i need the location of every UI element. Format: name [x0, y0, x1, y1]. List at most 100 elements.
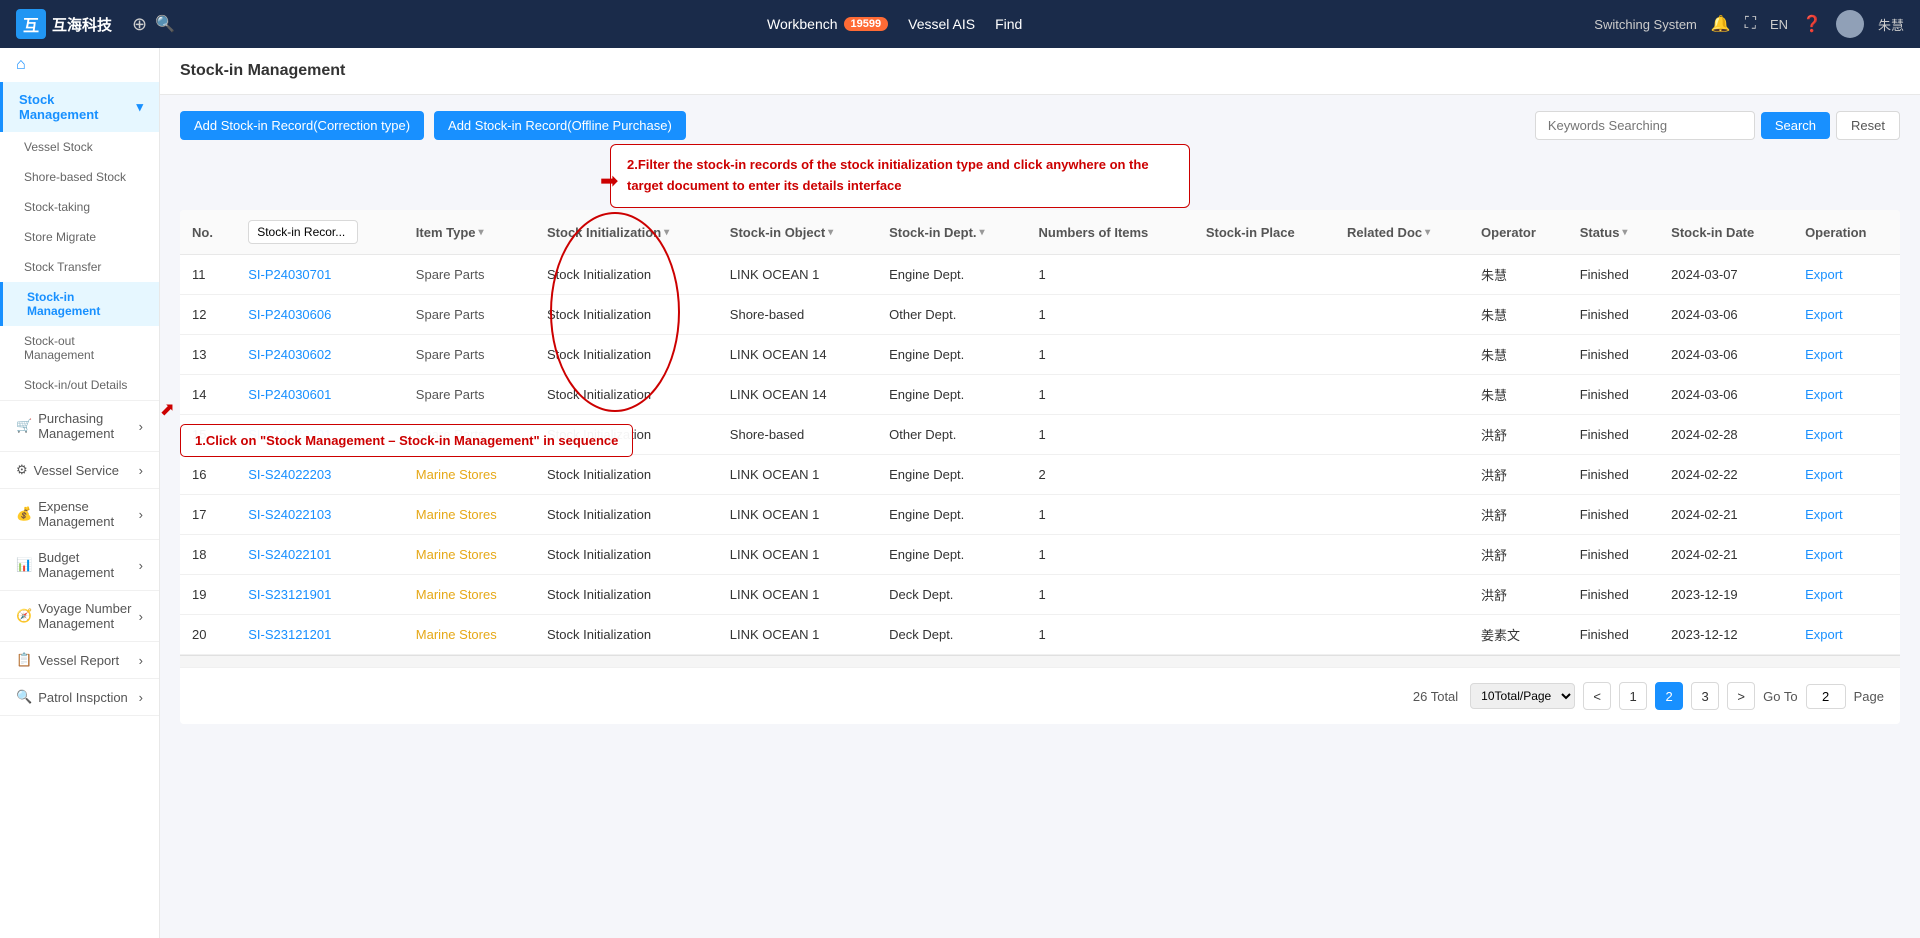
cell-record: SI-P24030601 — [236, 375, 404, 415]
cell-operation[interactable]: Export — [1793, 335, 1900, 375]
lang-selector[interactable]: EN — [1770, 17, 1788, 32]
page-btn-1[interactable]: 1 — [1619, 682, 1647, 710]
next-page-btn[interactable]: > — [1727, 682, 1755, 710]
export-link[interactable]: Export — [1805, 627, 1843, 642]
sidebar-budget-management[interactable]: 📊 Budget Management › — [0, 540, 159, 590]
sidebar: ⌂ Stock Management ▾ Vessel Stock Shore-… — [0, 48, 160, 938]
horizontal-scrollbar[interactable] — [180, 655, 1900, 667]
sidebar-patrol-inspection[interactable]: 🔍 Patrol Inspction › — [0, 679, 159, 715]
sidebar-vessel-report[interactable]: 📋 Vessel Report › — [0, 642, 159, 678]
col-dept[interactable]: Stock-in Dept. — [877, 210, 1026, 255]
table-row[interactable]: 15 SI-P24022801 Spare Parts Stock Initia… — [180, 415, 1900, 455]
nav-search-icon[interactable]: 🔍 — [155, 14, 175, 34]
cell-operation[interactable]: Export — [1793, 415, 1900, 455]
search-button[interactable]: Search — [1761, 112, 1830, 139]
col-stock-init[interactable]: Stock Initialization — [535, 210, 718, 255]
col-item-type[interactable]: Item Type — [404, 210, 535, 255]
table-row[interactable]: 14 SI-P24030601 Spare Parts Stock Initia… — [180, 375, 1900, 415]
nav-add-icon[interactable]: ⊕ — [132, 14, 147, 35]
sidebar-item-stock-inout-details[interactable]: Stock-in/out Details — [0, 370, 159, 400]
dept-header[interactable]: Stock-in Dept. — [889, 225, 984, 240]
stock-object-header[interactable]: Stock-in Object — [730, 225, 833, 240]
nav-workbench[interactable]: Workbench 19599 — [767, 16, 888, 32]
sidebar-vessel-service[interactable]: ⚙ Vessel Service › — [0, 452, 159, 488]
table-row[interactable]: 20 SI-S23121201 Marine Stores Stock Init… — [180, 615, 1900, 655]
stock-init-header[interactable]: Stock Initialization — [547, 225, 669, 240]
col-related-doc[interactable]: Related Doc — [1335, 210, 1469, 255]
export-link[interactable]: Export — [1805, 467, 1843, 482]
table-row[interactable]: 11 SI-P24030701 Spare Parts Stock Initia… — [180, 255, 1900, 295]
sidebar-item-stock-taking[interactable]: Stock-taking — [0, 192, 159, 222]
table-row[interactable]: 13 SI-P24030602 Spare Parts Stock Initia… — [180, 335, 1900, 375]
sidebar-item-stock-in-management[interactable]: Stock-in Management — [0, 282, 159, 326]
cell-stock-object: LINK OCEAN 1 — [718, 495, 877, 535]
export-link[interactable]: Export — [1805, 507, 1843, 522]
table-row[interactable]: 19 SI-S23121901 Marine Stores Stock Init… — [180, 575, 1900, 615]
table-row[interactable]: 18 SI-S24022101 Marine Stores Stock Init… — [180, 535, 1900, 575]
col-stock-object[interactable]: Stock-in Object — [718, 210, 877, 255]
export-link[interactable]: Export — [1805, 267, 1843, 282]
sidebar-stock-management[interactable]: Stock Management ▾ — [0, 82, 159, 132]
table-row[interactable]: 17 SI-S24022103 Marine Stores Stock Init… — [180, 495, 1900, 535]
cell-dept: Engine Dept. — [877, 335, 1026, 375]
cell-stock-init: Stock Initialization — [535, 455, 718, 495]
sidebar-purchasing-management[interactable]: 🛒 Purchasing Management › — [0, 401, 159, 451]
table-row[interactable]: 12 SI-P24030606 Spare Parts Stock Initia… — [180, 295, 1900, 335]
col-num-items: Numbers of Items — [1026, 210, 1193, 255]
switching-system[interactable]: Switching System — [1594, 17, 1697, 32]
search-input[interactable] — [1535, 111, 1755, 140]
export-link[interactable]: Export — [1805, 347, 1843, 362]
cell-operation[interactable]: Export — [1793, 295, 1900, 335]
cell-operation[interactable]: Export — [1793, 255, 1900, 295]
help-icon[interactable]: ❓ — [1802, 14, 1822, 34]
notification-icon[interactable]: 🔔 — [1711, 14, 1731, 34]
sidebar-voyage-number[interactable]: 🧭 Voyage Number Management › — [0, 591, 159, 641]
cell-status: Finished — [1568, 415, 1659, 455]
page-title: Stock-in Management — [180, 62, 1900, 80]
export-link[interactable]: Export — [1805, 387, 1843, 402]
cell-no: 15 — [180, 415, 236, 455]
sidebar-item-vessel-stock[interactable]: Vessel Stock — [0, 132, 159, 162]
budget-management-section: 📊 Budget Management › — [0, 540, 159, 591]
sidebar-item-store-migrate[interactable]: Store Migrate — [0, 222, 159, 252]
cell-stock-init: Stock Initialization — [535, 615, 718, 655]
cell-num-items: 1 — [1026, 335, 1193, 375]
nav-find[interactable]: Find — [995, 16, 1022, 32]
sidebar-item-stock-out-management[interactable]: Stock-out Management — [0, 326, 159, 370]
cell-record: SI-S24022103 — [236, 495, 404, 535]
prev-page-btn[interactable]: < — [1583, 682, 1611, 710]
goto-input[interactable] — [1806, 684, 1846, 709]
export-link[interactable]: Export — [1805, 547, 1843, 562]
cell-operation[interactable]: Export — [1793, 375, 1900, 415]
goto-label: Go To — [1763, 689, 1797, 704]
user-avatar[interactable] — [1836, 10, 1864, 38]
record-filter-input[interactable] — [248, 220, 358, 244]
reset-button[interactable]: Reset — [1836, 111, 1900, 140]
home-icon-area[interactable]: ⌂ — [0, 48, 159, 82]
add-offline-button[interactable]: Add Stock-in Record(Offline Purchase) — [434, 111, 686, 140]
item-type-header[interactable]: Item Type — [416, 225, 484, 240]
status-header[interactable]: Status — [1580, 225, 1628, 240]
page-btn-2[interactable]: 2 — [1655, 682, 1683, 710]
sidebar-expense-management[interactable]: 💰 Expense Management › — [0, 489, 159, 539]
cell-operation[interactable]: Export — [1793, 575, 1900, 615]
cell-item-type: Marine Stores — [404, 535, 535, 575]
page-btn-3[interactable]: 3 — [1691, 682, 1719, 710]
sidebar-item-shore-based-stock[interactable]: Shore-based Stock — [0, 162, 159, 192]
col-status[interactable]: Status — [1568, 210, 1659, 255]
fullscreen-icon[interactable]: ⛶ — [1745, 15, 1756, 33]
sidebar-item-stock-transfer[interactable]: Stock Transfer — [0, 252, 159, 282]
cell-operation[interactable]: Export — [1793, 455, 1900, 495]
page-size-select[interactable]: 10Total/Page 20Total/Page 50Total/Page — [1470, 683, 1575, 709]
cell-operator: 姜素文 — [1469, 615, 1568, 655]
cell-operation[interactable]: Export — [1793, 495, 1900, 535]
nav-vessel-ais[interactable]: Vessel AIS — [908, 16, 975, 32]
add-correction-button[interactable]: Add Stock-in Record(Correction type) — [180, 111, 424, 140]
export-link[interactable]: Export — [1805, 427, 1843, 442]
cell-operation[interactable]: Export — [1793, 535, 1900, 575]
cell-operation[interactable]: Export — [1793, 615, 1900, 655]
related-doc-header[interactable]: Related Doc — [1347, 225, 1430, 240]
export-link[interactable]: Export — [1805, 307, 1843, 322]
table-row[interactable]: 16 SI-S24022203 Marine Stores Stock Init… — [180, 455, 1900, 495]
export-link[interactable]: Export — [1805, 587, 1843, 602]
